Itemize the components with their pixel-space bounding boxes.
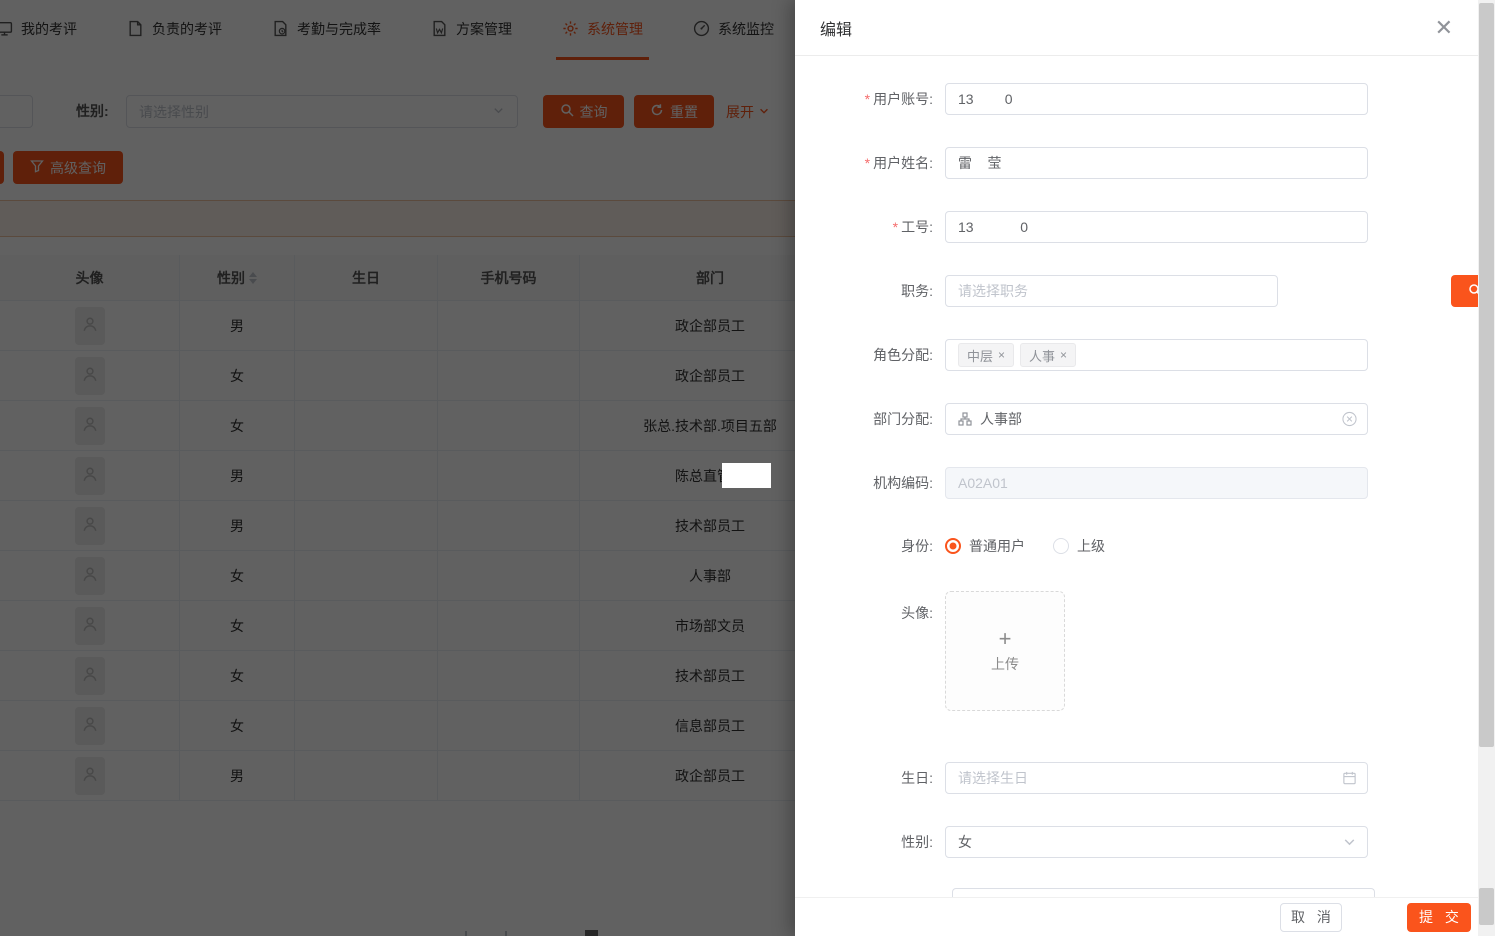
form-row-duty: 职务: 请选择职务 选择 xyxy=(795,275,1278,307)
tag-close-icon[interactable]: × xyxy=(1060,348,1067,362)
radio-icon xyxy=(945,538,961,554)
radio-label: 普通用户 xyxy=(969,536,1025,556)
form-row-orgcode: 机构编码: A02A01 xyxy=(795,467,1368,499)
account-input[interactable]: 13 0 xyxy=(945,83,1368,115)
required-asterisk: * xyxy=(865,91,870,107)
role-tag: 人事× xyxy=(1020,343,1076,367)
form-row-department: 部门分配: 人事部 xyxy=(795,403,1368,435)
org-code-input: A02A01 xyxy=(945,467,1368,499)
window-scrollbar[interactable] xyxy=(1478,0,1495,936)
required-asterisk: * xyxy=(865,155,870,171)
form-row-roles: 角色分配: 中层×人事× xyxy=(795,339,1368,371)
department-input[interactable]: 人事部 xyxy=(945,403,1368,435)
job-number-input[interactable]: 13 0 xyxy=(945,211,1368,243)
required-asterisk: * xyxy=(893,219,898,235)
edit-drawer: 编辑 ✕ *用户账号: 13 0 *用户姓名: 雷 莹 *工号: 13 0 职务… xyxy=(795,0,1478,936)
drawer-title: 编辑 xyxy=(820,16,852,40)
scrollbar-thumb[interactable] xyxy=(1479,3,1494,747)
close-icon[interactable]: ✕ xyxy=(1435,17,1453,39)
duty-input[interactable]: 请选择职务 xyxy=(945,275,1278,307)
form-row-avatar: 头像: + 上传 xyxy=(795,591,1065,711)
identity-radio-group: 普通用户 上级 xyxy=(945,534,1133,558)
drawer-footer: 取 消 提 交 xyxy=(795,897,1478,936)
chevron-down-icon xyxy=(1342,835,1357,850)
avatar-upload-box[interactable]: + 上传 xyxy=(945,591,1065,711)
form-row-gender: 性别: 女 xyxy=(795,826,1368,858)
identity-radio-2[interactable]: 上级 xyxy=(1053,536,1105,556)
drawer-header: 编辑 ✕ xyxy=(795,0,1478,56)
gender-select[interactable]: 女 xyxy=(945,826,1368,858)
app-window: 我的考评负责的考评考勤与完成率方案管理系统管理系统监控 性别: 请选择性别 查询… xyxy=(0,0,1495,936)
form-row-birthday: 生日: 请选择生日 xyxy=(795,762,1368,794)
org-tree-icon xyxy=(958,412,972,426)
form-row-identity: 身份: 普通用户上级 xyxy=(795,534,1133,558)
name-input[interactable]: 雷 莹 xyxy=(945,147,1368,179)
identity-radio-1[interactable]: 普通用户 xyxy=(945,536,1025,556)
cancel-button[interactable]: 取 消 xyxy=(1280,903,1342,932)
redaction-patch xyxy=(722,463,771,488)
form-row-name: *用户姓名: 雷 莹 xyxy=(795,147,1368,179)
birthday-input[interactable]: 请选择生日 xyxy=(945,762,1368,794)
scrollbar-block xyxy=(1479,888,1494,925)
calendar-icon xyxy=(1342,771,1357,786)
tag-close-icon[interactable]: × xyxy=(998,348,1005,362)
form-row-jobno: *工号: 13 0 xyxy=(795,211,1368,243)
radio-label: 上级 xyxy=(1077,536,1105,556)
roles-input[interactable]: 中层×人事× xyxy=(945,339,1368,371)
submit-button[interactable]: 提 交 xyxy=(1407,903,1471,932)
form-row-account: *用户账号: 13 0 xyxy=(795,83,1368,115)
role-tag: 中层× xyxy=(958,343,1014,367)
plus-icon: + xyxy=(999,628,1012,650)
radio-icon xyxy=(1053,538,1069,554)
clear-circle-icon[interactable] xyxy=(1342,412,1357,427)
